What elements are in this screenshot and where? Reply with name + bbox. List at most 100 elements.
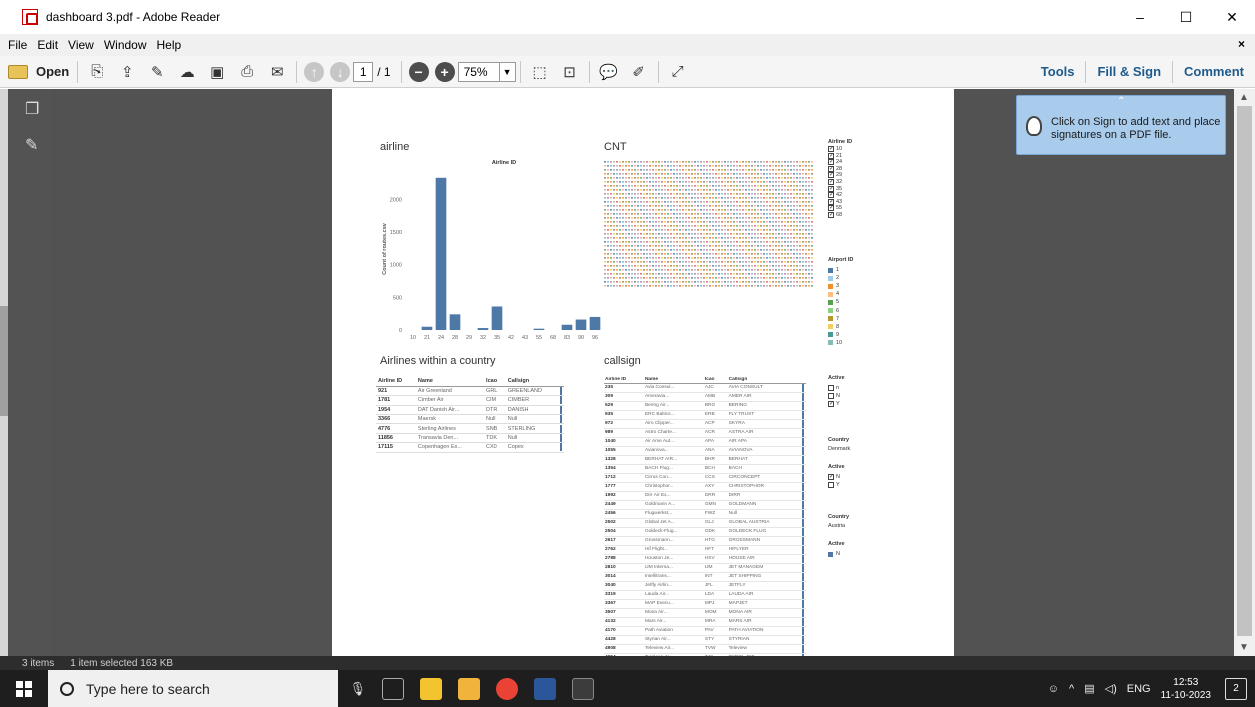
legend-checkbox-item[interactable]: ✓ Y [828, 401, 840, 407]
full-screen-icon[interactable]: ⤢ [665, 59, 691, 85]
cnt-mark [688, 241, 690, 243]
cnt-mark [613, 177, 615, 179]
legend-checkbox-item[interactable]: ✓ 68 [828, 212, 842, 218]
legend-color-item[interactable]: 5 [828, 299, 839, 305]
collapse-icon[interactable]: ⌃ [1117, 96, 1125, 107]
legend-checkbox-item[interactable]: ✓ 35 [828, 185, 842, 192]
comment-icon[interactable]: 💬 [596, 59, 622, 85]
close-button[interactable]: ✕ [1209, 0, 1255, 34]
highlight-icon[interactable]: ✐ [626, 59, 652, 85]
create-pdf-icon[interactable]: ⎘ [84, 59, 110, 85]
menu-file[interactable]: File [8, 38, 27, 52]
legend-checkbox-item[interactable]: ✓ 28 [828, 165, 842, 172]
legend-color-item[interactable]: 1 [828, 267, 839, 273]
comment-button[interactable]: Comment [1172, 61, 1255, 83]
attachments-icon[interactable]: ✎ [25, 135, 38, 155]
taskbar-search[interactable]: Type here to search 🎙 [48, 670, 366, 707]
cnt-mark [733, 221, 735, 223]
cnt-mark [703, 237, 705, 239]
legend-checkbox-item[interactable]: ✓ 43 [828, 198, 842, 205]
zoom-out-icon[interactable]: − [408, 61, 429, 82]
legend-checkbox-item[interactable]: Y [828, 482, 840, 488]
legend-checkbox-item[interactable]: ✓ 21 [828, 152, 842, 159]
legend-color-item[interactable]: N [828, 551, 840, 557]
next-page-icon[interactable]: ↓ [330, 61, 351, 82]
cnt-mark [631, 225, 633, 227]
tools-button[interactable]: Tools [1030, 61, 1086, 83]
windows-start-icon[interactable] [16, 680, 32, 697]
save-icon[interactable]: ▣ [204, 59, 230, 85]
scroll-up-icon[interactable]: ▲ [1239, 92, 1249, 103]
cnt-mark [736, 281, 738, 283]
people-icon[interactable]: ☺ [1048, 683, 1059, 695]
cnt-mark [688, 217, 690, 219]
legend-color-item[interactable]: 2 [828, 275, 839, 281]
legend-checkbox-item[interactable]: ✓ 42 [828, 192, 842, 199]
edit-pdf-icon[interactable]: ✎ [144, 59, 170, 85]
cnt-mark [718, 177, 720, 179]
cnt-mark [667, 177, 669, 179]
country-filter-value[interactable]: Denmark [828, 446, 850, 452]
legend-color-item[interactable]: 6 [828, 308, 839, 314]
chrome-icon[interactable] [496, 678, 518, 700]
fill-sign-button[interactable]: Fill & Sign [1085, 61, 1172, 83]
minimize-button[interactable]: – [1117, 0, 1163, 34]
cloud-upload-icon[interactable]: ☁ [174, 59, 200, 85]
menu-window[interactable]: Window [104, 38, 147, 52]
vertical-scrollbar[interactable]: ▲ ▼ [1234, 89, 1255, 656]
print-icon[interactable]: ⎙ [234, 59, 260, 85]
taskbar-clock[interactable]: 12:53 11-10-2023 [1161, 676, 1211, 702]
zoom-in-icon[interactable]: + [434, 61, 455, 82]
page-number-input[interactable]: 1 [353, 61, 374, 82]
cnt-mark [625, 197, 627, 199]
zoom-dropdown-icon[interactable]: ▼ [499, 61, 516, 82]
chevron-up-icon[interactable]: ^ [1069, 683, 1074, 695]
previous-page-icon[interactable]: ↑ [304, 61, 325, 82]
scrollbar-thumb[interactable] [1237, 106, 1252, 636]
legend-checkbox-item[interactable]: N [828, 393, 840, 399]
photos-icon[interactable] [572, 678, 594, 700]
page-thumbnails-icon[interactable]: ❐ [25, 99, 39, 119]
word-icon[interactable] [534, 678, 556, 700]
document-close-button[interactable]: × [1238, 37, 1245, 51]
cnt-mark [805, 209, 807, 211]
language-indicator[interactable]: ENG [1127, 683, 1151, 695]
menu-help[interactable]: Help [157, 38, 182, 52]
email-icon[interactable]: ✉ [264, 59, 290, 85]
zoom-input[interactable]: 75% [457, 61, 500, 82]
scroll-down-icon[interactable]: ▼ [1239, 642, 1249, 653]
country-filter-value[interactable]: Austria [828, 523, 845, 529]
fit-page-icon[interactable]: ⬚ [527, 59, 553, 85]
legend-checkbox-item[interactable]: ✓ N [828, 474, 840, 480]
legend-checkbox-item[interactable]: ✓ 32 [828, 179, 842, 185]
network-icon[interactable]: ▤ [1084, 682, 1094, 695]
maximize-button[interactable]: ☐ [1163, 0, 1209, 34]
menu-view[interactable]: View [68, 38, 94, 52]
sign-notification[interactable]: ⌃ Click on Sign to add text and place si… [1016, 95, 1226, 155]
volume-icon[interactable]: ◁) [1105, 682, 1117, 695]
legend-color-item[interactable]: 7 [828, 316, 839, 322]
task-view-icon[interactable] [382, 678, 404, 700]
legend-checkbox-item[interactable]: ✓ 10 [828, 146, 842, 152]
legend-color-item[interactable]: 9 [828, 332, 839, 338]
open-button[interactable]: Open [4, 59, 73, 85]
legend-checkbox-item[interactable]: n [828, 385, 839, 391]
legend-color-item[interactable]: 10 [828, 340, 842, 346]
cnt-mark [610, 245, 612, 247]
legend-color-item[interactable]: 8 [828, 324, 839, 330]
legend-color-item[interactable]: 4 [828, 291, 839, 297]
table-row: 3319 Lauda Air... LDA LAUDA AIR [604, 590, 806, 600]
export-pdf-icon[interactable]: ⇪ [114, 59, 140, 85]
fit-width-icon[interactable]: ⊡ [557, 59, 583, 85]
legend-checkbox-item[interactable]: ✓ 24 [828, 159, 842, 166]
menu-edit[interactable]: Edit [37, 38, 58, 52]
cnt-mark [775, 209, 777, 211]
store-icon[interactable] [420, 678, 442, 700]
file-explorer-icon[interactable] [458, 678, 480, 700]
legend-checkbox-item[interactable]: ✓ 55 [828, 205, 842, 212]
legend-checkbox-item[interactable]: ✓ 29 [828, 172, 842, 179]
microphone-icon[interactable]: 🎙 [349, 681, 366, 697]
cnt-mark [727, 181, 729, 183]
legend-color-item[interactable]: 3 [828, 283, 839, 289]
action-center-icon[interactable]: 2 [1225, 677, 1247, 700]
